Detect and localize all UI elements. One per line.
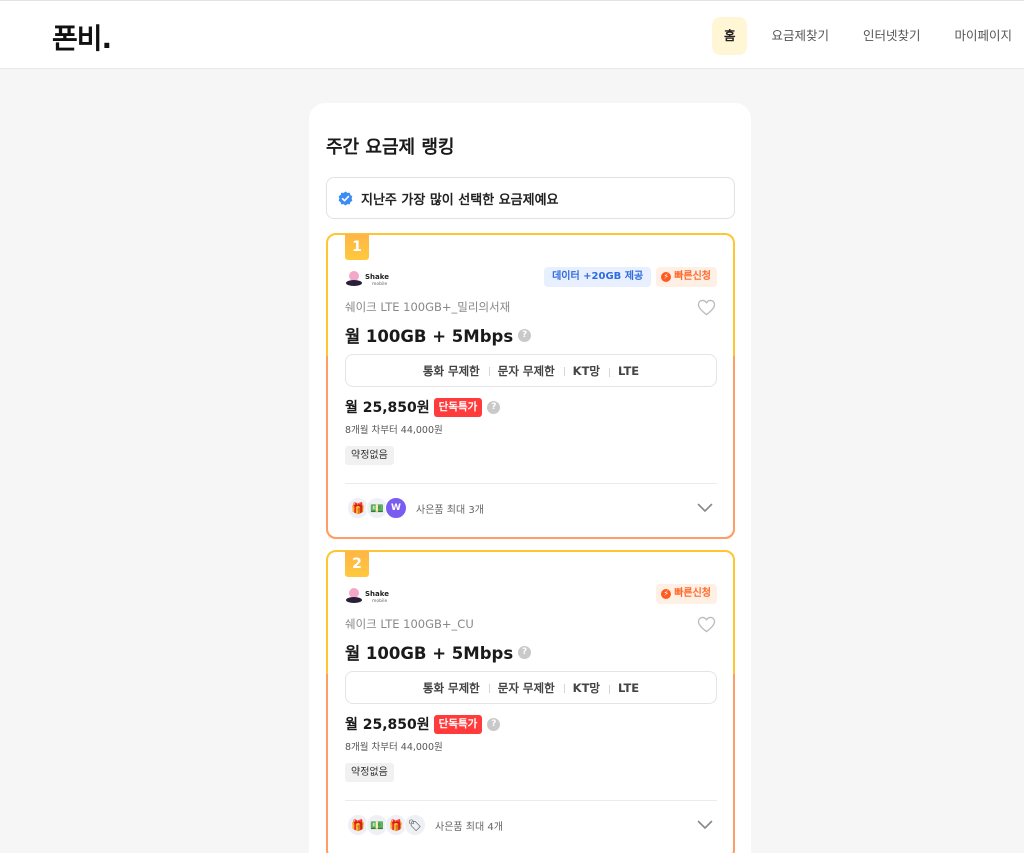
exclusive-deal-badge: 단독특가	[433, 397, 483, 417]
plan-name: 쉐이크 LTE 100GB+_밀리의서재	[345, 300, 511, 314]
chevron-down-icon[interactable]	[697, 820, 713, 830]
monthly-price: 월 25,850원	[345, 717, 430, 733]
gift-summary[interactable]: 🎁 💵 W 사은품 최대 3개	[347, 497, 484, 519]
gift-summary[interactable]: 🎁 💵 🎁 🏷 사은품 최대 4개	[347, 814, 503, 836]
badge-group: 데이터 +20GB 제공 ⚡ 빠른신청	[544, 267, 717, 287]
nav-internet-search[interactable]: 인터넷찾기	[851, 17, 933, 55]
divider	[345, 483, 717, 484]
gift-text: 사은품 최대 3개	[416, 504, 484, 516]
svg-text:Shake: Shake	[365, 273, 389, 281]
heart-icon[interactable]	[697, 616, 716, 633]
plan-data-text: 월 100GB + 5Mbps	[345, 644, 514, 663]
price-row: 월 25,850원 단독특가 ?	[345, 397, 501, 417]
plan-card-1[interactable]: 1 Shake mobile 데이터 +20GB 제공 ⚡ 빠른신청 쉐이크 L…	[326, 233, 735, 539]
feature-item: 문자 무제한	[488, 680, 564, 696]
data-bonus-badge: 데이터 +20GB 제공	[544, 267, 652, 287]
tag-icon: 🏷	[404, 814, 426, 836]
price-row: 월 25,850원 단독특가 ?	[345, 714, 501, 734]
lightning-icon: ⚡	[661, 272, 672, 282]
feature-list: 통화 무제한 문자 무제한 KT망 LTE	[345, 354, 717, 387]
shake-mobile-logo-icon: Shake mobile	[346, 588, 389, 604]
lightning-icon: ⚡	[661, 589, 672, 599]
help-icon[interactable]: ?	[518, 645, 532, 659]
fast-apply-label: 빠른신청	[674, 588, 711, 599]
feature-item: 통화 무제한	[422, 363, 480, 378]
chevron-down-icon[interactable]	[697, 503, 713, 513]
monthly-price: 월 25,850원	[345, 400, 430, 416]
divider	[345, 800, 717, 801]
svg-text:Shake: Shake	[365, 590, 389, 598]
contract-tag: 약정없음	[345, 446, 394, 465]
wave-badge-icon: W	[385, 497, 407, 519]
badge-group: ⚡ 빠른신청	[656, 584, 717, 604]
plan-data-text: 월 100GB + 5Mbps	[345, 327, 514, 346]
rank-badge: 2	[345, 551, 369, 577]
feature-item: LTE	[609, 681, 648, 695]
after-promo-price: 8개월 차부터 44,000원	[345, 742, 443, 753]
nav-home[interactable]: 홈	[711, 17, 748, 55]
svg-text:mobile: mobile	[372, 281, 387, 287]
plan-card-2[interactable]: 2 Shake mobile ⚡ 빠른신청 쉐이크 LTE 100GB+_CU …	[326, 550, 735, 853]
main-nav: 홈 요금제찾기 인터넷찾기 마이페이지	[702, 17, 1024, 55]
feature-item: 통화 무제한	[422, 680, 480, 695]
help-icon[interactable]: ?	[487, 400, 501, 414]
contract-tag: 약정없음	[345, 763, 394, 782]
fast-apply-badge: ⚡ 빠른신청	[656, 267, 717, 287]
ranking-notice: 지난주 가장 많이 선택한 요금제예요	[326, 177, 735, 219]
verified-check-icon	[338, 190, 353, 206]
plan-data-summary: 월 100GB + 5Mbps ?	[345, 640, 532, 664]
nav-mypage[interactable]: 마이페이지	[942, 17, 1024, 55]
fast-apply-badge: ⚡ 빠른신청	[656, 584, 717, 604]
plan-data-summary: 월 100GB + 5Mbps ?	[345, 323, 532, 347]
heart-icon[interactable]	[697, 299, 716, 316]
plan-name: 쉐이크 LTE 100GB+_CU	[345, 617, 474, 631]
gift-text: 사은품 최대 4개	[435, 821, 503, 833]
help-icon[interactable]: ?	[487, 717, 501, 731]
panel-title: 주간 요금제 랭킹	[326, 137, 455, 158]
rank-badge: 1	[345, 234, 369, 260]
after-promo-price: 8개월 차부터 44,000원	[345, 425, 443, 436]
feature-item: KT망	[563, 680, 609, 696]
nav-plan-search[interactable]: 요금제찾기	[759, 17, 841, 55]
fast-apply-label: 빠른신청	[674, 271, 711, 282]
notice-text: 지난주 가장 많이 선택한 요금제예요	[361, 192, 559, 208]
feature-item: LTE	[609, 364, 648, 378]
weekly-ranking-panel: 주간 요금제 랭킹 지난주 가장 많이 선택한 요금제예요 1 Shake mo…	[309, 103, 751, 853]
feature-list: 통화 무제한 문자 무제한 KT망 LTE	[345, 671, 717, 704]
feature-item: KT망	[563, 363, 609, 379]
feature-item: 문자 무제한	[488, 363, 564, 379]
shake-mobile-logo-icon: Shake mobile	[346, 271, 389, 287]
svg-text:mobile: mobile	[372, 598, 387, 604]
top-header: 폰비. 홈 요금제찾기 인터넷찾기 마이페이지	[0, 0, 1024, 69]
site-logo[interactable]: 폰비.	[52, 17, 112, 57]
exclusive-deal-badge: 단독특가	[433, 714, 483, 734]
help-icon[interactable]: ?	[518, 328, 532, 342]
